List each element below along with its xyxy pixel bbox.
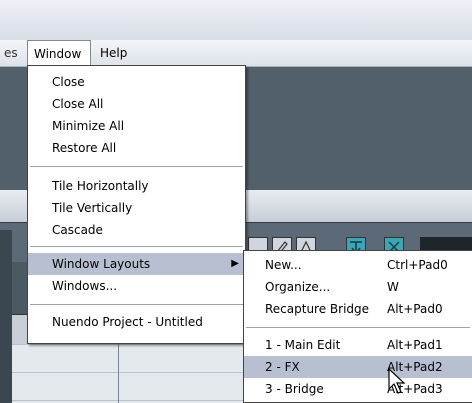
menu-item-minimize-all[interactable]: Minimize All [28,115,245,137]
shortcut-label: Ctrl+Pad0 [387,258,448,272]
menu-item-tile-vertically[interactable]: Tile Vertically [28,197,245,219]
menu-item-partial[interactable]: es [0,40,22,66]
submenu-item-label: 3 - Bridge [265,382,324,396]
submenu-item-main-edit[interactable]: 1 - Main Edit Alt+Pad1 [244,334,472,356]
window-menu: Close Close All Minimize All Restore All… [27,65,246,344]
menu-separator [246,327,470,328]
menu-item-window-layouts[interactable]: Window Layouts ▶ [28,253,245,275]
menu-separator [30,166,243,167]
submenu-item-label: New... [265,258,302,272]
menu-item-close-all[interactable]: Close All [28,93,245,115]
submenu-arrow-icon: ▶ [231,258,239,269]
window-layouts-submenu: New... Ctrl+Pad0 Organize... W Recapture… [243,250,472,403]
menu-separator [30,246,243,247]
submenu-item-label: Organize... [265,280,331,294]
menu-item-restore-all[interactable]: Restore All [28,137,245,159]
menu-item-tile-horizontally[interactable]: Tile Horizontally [28,175,245,197]
submenu-item-bridge[interactable]: 3 - Bridge Alt+Pad3 [244,378,472,400]
submenu-item-new[interactable]: New... Ctrl+Pad0 [244,254,472,276]
menu-item-cascade[interactable]: Cascade [28,219,245,241]
shortcut-label: Alt+Pad1 [387,338,443,352]
menu-window[interactable]: Window [27,40,91,66]
mouse-pointer-icon [386,367,412,397]
submenu-item-fx[interactable]: 2 - FX Alt+Pad2 [244,356,472,378]
submenu-item-label: 1 - Main Edit [265,338,341,352]
menu-item-nuendo-project[interactable]: Nuendo Project - Untitled [28,311,245,333]
menu-help[interactable]: Help [96,40,131,66]
menu-item-close[interactable]: Close [28,71,245,93]
submenu-item-label: Recapture Bridge [265,302,370,316]
menu-separator [30,304,243,305]
submenu-item-recapture-bridge[interactable]: Recapture Bridge Alt+Pad0 [244,298,472,320]
submenu-item-label: 2 - FX [265,360,300,374]
menu-item-windows[interactable]: Windows... [28,275,245,297]
inspector-strip [0,230,12,403]
shortcut-label: W [387,280,399,294]
title-area [0,0,472,41]
menu-item-label: Window Layouts [52,257,151,271]
submenu-item-organize[interactable]: Organize... W [244,276,472,298]
shortcut-label: Alt+Pad0 [387,302,443,316]
menu-bar: es Window Help [0,40,472,67]
